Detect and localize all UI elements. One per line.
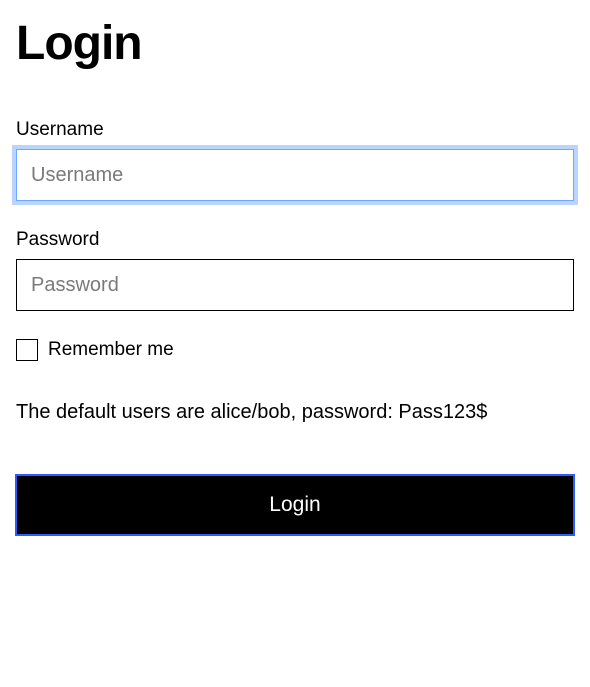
username-input[interactable]: [16, 149, 574, 201]
password-group: Password: [16, 229, 574, 311]
page-title: Login: [16, 16, 574, 71]
username-group: Username: [16, 119, 574, 201]
remember-row: Remember me: [16, 339, 574, 361]
password-input[interactable]: [16, 259, 574, 311]
username-label: Username: [16, 119, 574, 141]
remember-checkbox[interactable]: [16, 339, 38, 361]
hint-text: The default users are alice/bob, passwor…: [16, 397, 574, 427]
login-button[interactable]: Login: [16, 475, 574, 535]
password-label: Password: [16, 229, 574, 251]
remember-label[interactable]: Remember me: [48, 339, 174, 361]
